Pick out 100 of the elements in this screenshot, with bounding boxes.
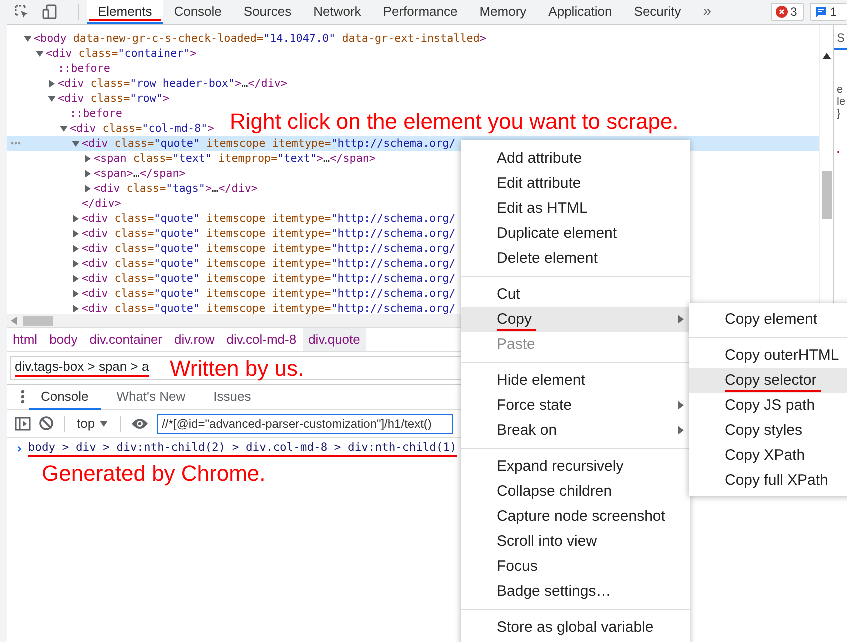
html-code-line[interactable]: <body data-new-gr-c-s-check-loaded="14.1047.0" data-gr-ext-installed> <box>34 32 486 45</box>
breadcrumb-item[interactable]: div.container <box>84 328 169 351</box>
panel-tab[interactable]: Network <box>302 0 372 24</box>
panel-tab[interactable]: Console <box>163 0 233 24</box>
context-dropdown[interactable]: top <box>75 416 110 431</box>
html-code-line[interactable]: <div class="row"> <box>58 92 170 105</box>
menu-item[interactable]: Expand recursively <box>461 454 690 479</box>
annotation-underline <box>497 329 536 331</box>
panel-tab[interactable]: Security <box>623 0 692 24</box>
menu-item[interactable]: Copy JS path <box>689 393 847 418</box>
caret-right-icon[interactable] <box>72 290 80 298</box>
style-text: le <box>837 96 847 108</box>
more-tabs-button[interactable]: » <box>692 0 723 24</box>
menu-icon[interactable] <box>21 390 25 404</box>
html-code-line[interactable]: <div class="quote" itemscope itemtype="http://schema.org/ <box>82 212 456 225</box>
menu-item[interactable]: Badge settings… <box>461 579 690 604</box>
caret-down-icon[interactable] <box>48 94 56 102</box>
caret-down-icon[interactable] <box>36 50 44 58</box>
styles-tab[interactable]: S <box>834 25 847 50</box>
scrollbar-thumb[interactable] <box>23 316 53 326</box>
html-code-line[interactable]: <div class="col-md-8"> <box>70 122 214 135</box>
html-code-line[interactable]: <div class="quote" itemscope itemtype="http://schema.org/ <box>82 227 456 240</box>
sidebar-icon[interactable] <box>15 416 31 430</box>
caret-right-icon[interactable] <box>84 170 92 178</box>
html-code-line[interactable]: </div> <box>82 197 122 210</box>
panel-tab[interactable]: Elements <box>87 0 164 24</box>
html-code-line[interactable]: <div class="quote" itemscope itemtype="http://schema.org/ <box>82 272 456 285</box>
breadcrumb-item[interactable]: div.col-md-8 <box>220 328 303 351</box>
menu-item[interactable]: Duplicate element <box>461 221 690 246</box>
eye-icon[interactable] <box>131 418 150 430</box>
filter-field[interactable]: //*[@id="advanced-parser-customization"]/h1/text() <box>157 414 454 434</box>
prompt-icon: › <box>17 442 22 456</box>
html-code-line[interactable]: <div class="quote" itemscope itemtype="http://schema.org/ <box>82 242 456 255</box>
error-badge[interactable]: 3 <box>770 3 804 21</box>
message-badge[interactable]: 1 <box>810 3 847 21</box>
html-code-line[interactable]: <div class="quote" itemscope itemtype="http://schema.org/ <box>82 137 456 150</box>
menu-item[interactable]: Collapse children <box>461 479 690 504</box>
menu-item[interactable]: Capture node screenshot <box>461 504 690 529</box>
html-code-line[interactable]: <div class="quote" itemscope itemtype="http://schema.org/ <box>82 257 456 270</box>
breadcrumb-item[interactable]: div.row <box>168 328 221 351</box>
menu-item[interactable]: Copy element <box>689 307 847 332</box>
search-text: div.tags-box > span > a <box>15 359 150 377</box>
html-code-line[interactable]: <div class="tags">…</div> <box>94 182 258 195</box>
caret-right-icon[interactable] <box>72 260 80 268</box>
panel-tab[interactable]: Performance <box>372 0 469 24</box>
menu-item[interactable]: Break on <box>461 418 690 443</box>
menu-item[interactable]: Copy selector <box>689 368 847 393</box>
error-icon <box>776 6 788 18</box>
menu-item[interactable]: Edit as HTML <box>461 196 690 221</box>
html-code-line[interactable]: <span class="text" itemprop="text">…</span> <box>94 152 376 165</box>
annotation-text: Written by us. <box>170 356 304 382</box>
panel-tab[interactable]: Memory <box>468 0 538 24</box>
caret-down-icon <box>100 420 108 426</box>
menu-item[interactable]: Copy <box>461 307 690 332</box>
breadcrumb-item[interactable]: div.quote <box>302 328 366 351</box>
caret-right-icon[interactable] <box>72 214 80 222</box>
style-text: e <box>837 84 844 96</box>
breadcrumb-item[interactable]: body <box>44 328 84 351</box>
caret-down-icon[interactable] <box>60 124 68 132</box>
menu-item[interactable]: Delete element <box>461 246 690 271</box>
html-code-line[interactable]: <div class="quote" itemscope itemtype="http://schema.org/ <box>82 287 456 300</box>
menu-item[interactable]: Copy full XPath <box>689 468 847 493</box>
html-code-line[interactable]: ::before <box>58 62 110 75</box>
scrollbar-thumb[interactable] <box>822 171 832 219</box>
menu-item[interactable]: Copy XPath <box>689 443 847 468</box>
html-code-line[interactable]: <div class="container"> <box>46 47 197 60</box>
menu-item[interactable]: Cut <box>461 282 690 307</box>
submenu-arrow-icon <box>678 426 684 435</box>
message-icon <box>815 6 828 18</box>
breadcrumb-item[interactable]: html <box>7 328 44 351</box>
style-text: . <box>836 143 842 156</box>
caret-right-icon[interactable] <box>48 80 56 88</box>
html-code-line[interactable]: ::before <box>70 107 122 120</box>
drawer-tab[interactable]: Console <box>29 384 101 410</box>
menu-item[interactable]: Scroll into view <box>461 529 690 554</box>
menu-item[interactable]: Focus <box>461 554 690 579</box>
caret-right-icon[interactable] <box>72 244 80 252</box>
html-code-line[interactable]: <div class="quote" itemscope itemtype="http://schema.org/ <box>82 302 456 314</box>
caret-right-icon[interactable] <box>72 230 80 238</box>
caret-right-icon[interactable] <box>72 274 80 282</box>
html-code-line[interactable]: <span>…</span> <box>94 167 186 180</box>
html-code-line[interactable]: <div class="row header-box">…</div> <box>58 77 288 90</box>
caret-down-icon[interactable] <box>24 34 32 42</box>
menu-item[interactable]: Force state <box>461 393 690 418</box>
menu-item[interactable]: Store as global variable <box>461 615 690 640</box>
caret-down-icon[interactable] <box>72 140 80 148</box>
block-icon[interactable] <box>39 416 54 431</box>
annotation-text: Generated by Chrome. <box>42 461 266 487</box>
menu-item[interactable]: Copy styles <box>689 418 847 443</box>
drawer-tab[interactable]: What's New <box>104 384 198 410</box>
submenu-arrow-icon <box>678 401 684 410</box>
inspect-icon[interactable] <box>14 4 30 20</box>
drawer-tab[interactable]: Issues <box>202 384 264 410</box>
caret-right-icon[interactable] <box>84 154 92 162</box>
caret-right-icon[interactable] <box>84 184 92 192</box>
panel-tab[interactable]: Sources <box>232 0 303 24</box>
scroll-up-icon[interactable] <box>822 53 830 59</box>
panel-tab[interactable]: Application <box>538 0 624 24</box>
menu-item[interactable]: Edit attribute <box>461 171 690 196</box>
device-toolbar-icon[interactable] <box>42 4 58 20</box>
